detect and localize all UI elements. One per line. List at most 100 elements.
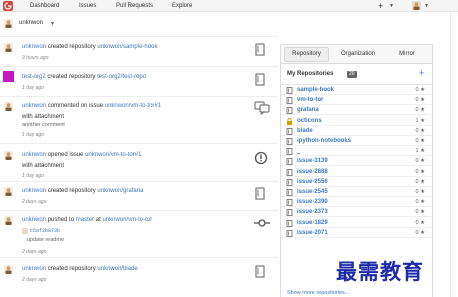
repo-name-link[interactable]: issue-2390 <box>297 199 328 205</box>
star-count: 0 <box>415 97 419 104</box>
create-new-icon[interactable]: + <box>378 1 383 11</box>
repo-name-link[interactable]: issue-2545 <box>297 189 328 195</box>
repo-icon <box>255 43 265 56</box>
repo-name-link[interactable]: issue-2071 <box>297 230 328 236</box>
avatar[interactable] <box>3 71 14 82</box>
feed-actor-link[interactable]: unknwon <box>22 152 46 158</box>
feed-target-link[interactable]: unknwon/grafana <box>97 188 143 194</box>
feed-target-link[interactable]: unknwon/vm-to-tor#1 <box>85 152 141 158</box>
avatar[interactable] <box>4 216 13 225</box>
feed-actor-link[interactable]: unknwon <box>22 188 46 194</box>
commit-message: update readme <box>27 237 64 243</box>
feed-actor-link[interactable]: unknwon <box>22 217 46 223</box>
star-count: 0 <box>415 158 419 165</box>
star-icon: ★ <box>420 189 425 195</box>
repo-stars: 0 ★ <box>415 179 425 185</box>
divider <box>0 66 278 67</box>
gogs-logo-icon[interactable] <box>3 1 13 11</box>
repo-list-item[interactable]: _ 1 ★ <box>281 146 432 157</box>
chevron-down-icon[interactable]: ▼ <box>389 3 394 9</box>
star-count: 0 <box>415 229 419 236</box>
repo-name-link[interactable]: grafana <box>297 107 319 113</box>
avatar[interactable] <box>4 187 13 196</box>
repo-list-item[interactable]: issue-2071 0 ★ <box>281 228 432 238</box>
repo-stars: 0 ★ <box>415 158 425 164</box>
feed-action: opened issue <box>47 152 84 158</box>
add-repo-icon[interactable]: + <box>419 68 424 78</box>
tab-mirror[interactable]: Mirror <box>385 45 429 64</box>
repo-list-item[interactable]: issue-2888 0 ★ <box>281 167 432 177</box>
repo-list-item[interactable]: ipython-notebooks 0 ★ <box>281 136 432 146</box>
repo-name-link[interactable]: issue-2888 <box>297 169 328 175</box>
nav-pull-requests[interactable]: Pull Requests <box>116 3 153 9</box>
repo-list-item[interactable]: issue-2390 0 ★ <box>281 197 432 208</box>
repo-name-link[interactable]: issue-1829 <box>297 220 328 226</box>
feed-time: 1 day ago <box>22 85 44 91</box>
avatar[interactable] <box>4 43 13 52</box>
repo-list-item[interactable]: blade 0 ★ <box>281 126 432 136</box>
chevron-down-icon: ▼ <box>50 21 55 27</box>
repo-name-link[interactable]: vm-to-tor <box>297 97 323 103</box>
avatar[interactable] <box>4 102 13 111</box>
repo-name-link[interactable]: octicons <box>297 118 322 124</box>
feed-target-link[interactable]: unknwon/vm-to-tor <box>102 217 152 223</box>
repo-icon <box>255 73 265 86</box>
repo-name-link[interactable]: issue-2556 <box>297 179 328 185</box>
divider <box>0 257 278 258</box>
issue-opened-icon <box>254 151 268 165</box>
avatar[interactable] <box>4 151 13 160</box>
feed-target-link[interactable]: unknwon/vm-to-tor#1 <box>105 103 161 109</box>
repo-name-link[interactable]: _ <box>297 148 300 154</box>
show-more-repos-link[interactable]: Show more repositories... <box>287 290 349 296</box>
lock-icon <box>287 117 292 125</box>
repo-list-item[interactable]: octicons 1 ★ <box>281 116 432 126</box>
feed-actor-link[interactable]: unknwon <box>22 44 46 50</box>
repo-list-item[interactable]: issue-3139 0 ★ <box>281 156 432 167</box>
comment-icon <box>254 101 270 115</box>
repo-list-item[interactable]: issue-1829 0 ★ <box>281 218 432 228</box>
feed-target-link[interactable]: unknwon/sample-hook <box>97 44 157 50</box>
feed-actor-link[interactable]: test-org2 <box>22 74 46 80</box>
repo-name-link[interactable]: blade <box>297 128 313 134</box>
divider <box>0 210 278 211</box>
repo-name-link[interactable]: issue-2373 <box>297 209 328 215</box>
nav-explore[interactable]: Explore <box>172 3 192 9</box>
star-count: 0 <box>415 199 419 206</box>
repo-list-item[interactable]: issue-2556 0 ★ <box>281 177 432 187</box>
avatar[interactable] <box>412 1 421 10</box>
repo-name-link[interactable]: issue-3139 <box>297 158 328 164</box>
nav-dashboard[interactable]: Dashboard <box>30 3 59 9</box>
scrollbar[interactable] <box>450 12 456 297</box>
repo-name-link[interactable]: sample-hook <box>297 87 334 93</box>
repo-name-link[interactable]: ipython-notebooks <box>297 138 351 144</box>
avatar[interactable] <box>4 265 13 274</box>
feed-target-link[interactable]: test-org2/test-repo <box>97 74 146 80</box>
chevron-down-icon[interactable]: ▼ <box>424 3 429 9</box>
repo-icon <box>286 107 293 115</box>
star-count: 1 <box>415 117 419 124</box>
star-icon: ★ <box>420 148 425 155</box>
repo-list-item[interactable]: sample-hook 0 ★ <box>281 85 432 95</box>
repo-list-item[interactable]: issue-2373 0 ★ <box>281 207 432 218</box>
feed-actor-link[interactable]: unknwon <box>22 266 46 272</box>
repo-icon <box>286 178 293 186</box>
nav-issues[interactable]: Issues <box>79 3 96 9</box>
feed-branch-link[interactable]: master <box>76 217 94 223</box>
repo-stars: 0 ★ <box>415 138 425 144</box>
repo-icon <box>255 187 265 200</box>
feed-text: test-org2 created repository test-org2/t… <box>22 74 146 80</box>
repo-stars: 0 ★ <box>415 97 425 103</box>
feed-actor-link[interactable]: unknwon <box>22 103 46 109</box>
repo-list-item[interactable]: issue-2545 0 ★ <box>281 187 432 197</box>
feed-time: 1 day ago <box>22 132 44 138</box>
star-count: 0 <box>415 127 419 134</box>
feed-target-link[interactable]: unknwon/blade <box>97 266 137 272</box>
tab-repository[interactable]: Repository <box>284 47 329 62</box>
repo-list-item[interactable]: vm-to-tor 0 ★ <box>281 95 432 106</box>
star-icon: ★ <box>420 209 425 216</box>
tab-organization[interactable]: Organization <box>334 45 382 64</box>
repo-list-item[interactable]: grafana 0 ★ <box>281 105 432 116</box>
commit-sha-link[interactable]: c5af2b873b <box>30 228 60 234</box>
avatar <box>22 228 28 234</box>
repo-icon <box>286 87 293 94</box>
